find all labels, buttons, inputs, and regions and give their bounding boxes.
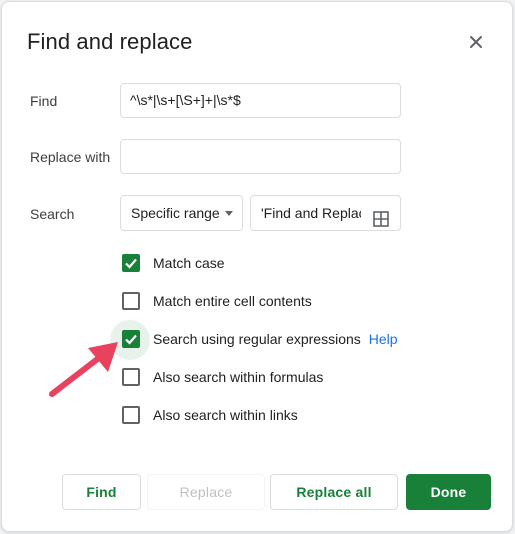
find-button[interactable]: Find (62, 474, 141, 510)
find-label: Find (30, 93, 58, 109)
replace-all-button[interactable]: Replace all (270, 474, 398, 510)
replace-button[interactable]: Replace (147, 474, 265, 510)
close-icon[interactable] (464, 30, 488, 54)
option-match-case[interactable]: Match case (120, 251, 225, 275)
range-value: 'Find and Replace'! (261, 205, 361, 221)
option-regex[interactable]: Search using regular expressions Help (120, 327, 398, 351)
annotation-arrow-icon (49, 342, 118, 397)
replace-input[interactable] (120, 139, 401, 174)
regex-label: Search using regular expressions (153, 331, 361, 347)
replace-label: Replace with (30, 149, 111, 165)
dropdown-arrow-icon (225, 211, 233, 216)
option-links[interactable]: Also search within links (120, 403, 298, 427)
find-replace-dialog: Find and replace Find ^\s*|\s+[\S+]+|\s*… (1, 1, 513, 532)
match-entire-checkbox[interactable] (122, 292, 140, 310)
match-case-checkbox[interactable] (122, 254, 140, 272)
links-label: Also search within links (153, 407, 298, 423)
search-scope-value: Specific range (131, 205, 220, 221)
dialog-title: Find and replace (27, 29, 193, 54)
formulas-label: Also search within formulas (153, 369, 324, 385)
option-formulas[interactable]: Also search within formulas (120, 365, 323, 389)
regex-help-link[interactable]: Help (369, 331, 398, 347)
links-checkbox[interactable] (122, 406, 140, 424)
done-button[interactable]: Done (406, 474, 491, 510)
range-input[interactable]: 'Find and Replace'! (250, 195, 401, 231)
grid-select-icon[interactable] (373, 205, 389, 227)
match-entire-label: Match entire cell contents (153, 293, 312, 309)
find-input[interactable]: ^\s*|\s+[\S+]+|\s*$ (120, 83, 401, 118)
search-label: Search (30, 206, 75, 222)
search-scope-dropdown[interactable]: Specific range (120, 195, 243, 231)
option-match-entire[interactable]: Match entire cell contents (120, 289, 312, 313)
match-case-label: Match case (153, 255, 225, 271)
